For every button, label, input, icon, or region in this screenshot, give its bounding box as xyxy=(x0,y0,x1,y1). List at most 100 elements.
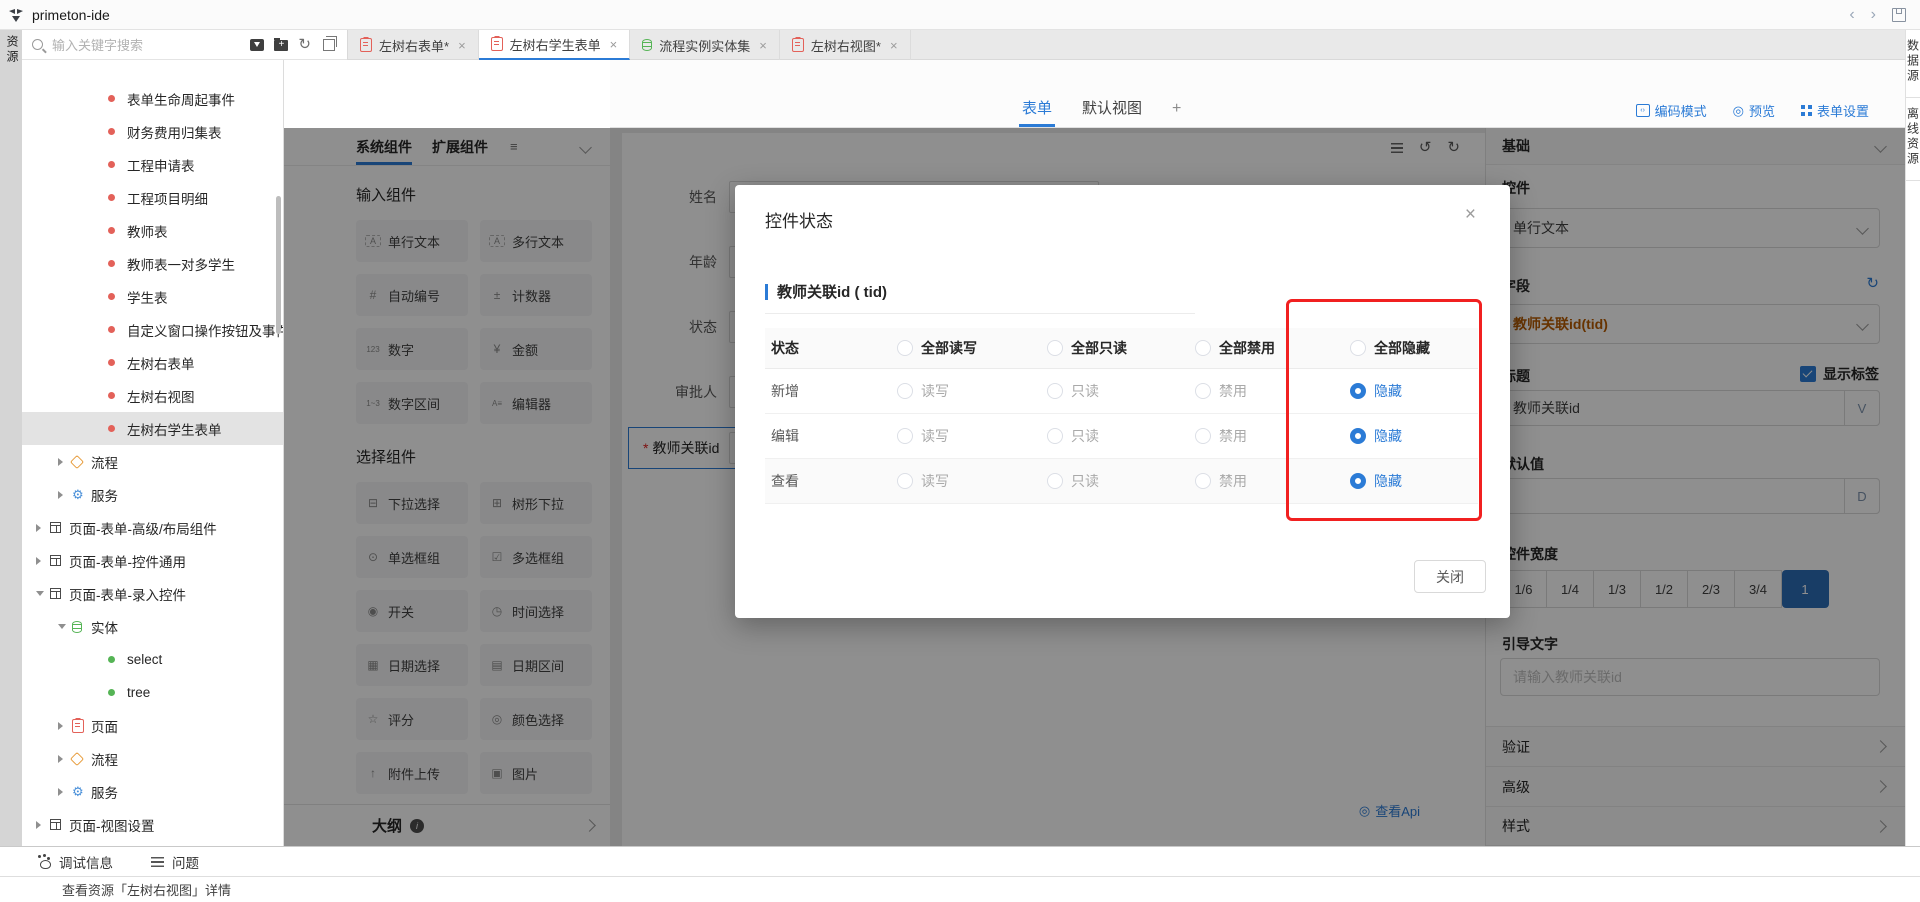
tab-close-icon[interactable]: × xyxy=(759,38,767,53)
close-button[interactable]: 关闭 xyxy=(1414,560,1486,593)
new-folder-icon[interactable] xyxy=(274,40,288,51)
tree-item[interactable]: 页面-表单-高级/布局组件 xyxy=(22,511,283,544)
collapse-panels-icon[interactable] xyxy=(323,39,335,51)
radio-option[interactable]: 全部只读 xyxy=(1047,338,1127,358)
tree-item[interactable]: 流程 xyxy=(22,742,283,775)
modal-close-icon[interactable]: × xyxy=(1465,205,1476,224)
tree-item-icon xyxy=(72,621,91,633)
refresh-icon[interactable] xyxy=(298,36,311,54)
tree-item[interactable]: 服务 xyxy=(22,478,283,511)
tree-item-icon xyxy=(50,588,69,599)
tab-close-icon[interactable]: × xyxy=(890,38,898,53)
radio-label: 读写 xyxy=(921,471,949,491)
tree-item[interactable]: 页面-表单-录入控件 xyxy=(22,577,283,610)
tree-item-icon xyxy=(108,227,127,234)
tree-item[interactable]: 教师表一对多学生 xyxy=(22,247,283,280)
editor-tab[interactable]: 左树右学生表单 × xyxy=(479,30,631,60)
tab-label: 流程实例实体集 xyxy=(659,36,750,55)
datasource-rail-tab[interactable]: 数据源 xyxy=(1906,30,1920,98)
tree-expand-icon[interactable] xyxy=(58,624,72,629)
tree-item-icon xyxy=(72,785,91,798)
tree-expand-icon[interactable] xyxy=(58,788,72,796)
tree-expand-icon[interactable] xyxy=(58,722,72,730)
tree-scrollbar[interactable] xyxy=(276,196,281,334)
editor-tab[interactable]: 流程实例实体集 × xyxy=(630,30,780,60)
tree-item[interactable]: 教师表 xyxy=(22,214,283,247)
tree-expand-icon[interactable] xyxy=(36,524,50,532)
problems-label: 问题 xyxy=(172,852,199,872)
canvas-action-button[interactable]: 预览 xyxy=(1733,101,1775,120)
canvas-action-button[interactable]: 编码模式 xyxy=(1636,101,1707,120)
tree-item[interactable]: 页面-视图设置 xyxy=(22,808,283,841)
tree-item[interactable]: 左树右学生表单 xyxy=(22,412,283,445)
tree-item[interactable]: 流程 xyxy=(22,445,283,478)
highlight-red-rectangle xyxy=(1286,299,1482,521)
tree-item[interactable]: 左树右表单 xyxy=(22,346,283,379)
tree-item-label: 服务 xyxy=(91,782,118,802)
radio-label: 读写 xyxy=(921,426,949,446)
editor-tab[interactable]: 左树右表单* × xyxy=(348,30,479,60)
view-tab[interactable]: 默认视图 xyxy=(1082,97,1142,127)
tree-item[interactable]: tree xyxy=(22,676,283,709)
tree-item[interactable]: 页面-表单-控件通用 xyxy=(22,544,283,577)
action-label: 编码模式 xyxy=(1655,101,1707,120)
tree-item-label: 左树右视图 xyxy=(127,386,195,406)
tree-item-icon xyxy=(72,754,91,764)
radio-option[interactable]: 读写 xyxy=(897,471,949,491)
tree-item[interactable]: 服务 xyxy=(22,775,283,808)
tree-expand-icon[interactable] xyxy=(58,491,72,499)
debug-info-tab[interactable]: 调试信息 xyxy=(40,852,113,872)
problems-tab[interactable]: 问题 xyxy=(151,852,199,872)
radio-label: 全部只读 xyxy=(1071,338,1127,358)
tree-expand-icon[interactable] xyxy=(36,557,50,565)
tree-item[interactable]: 左树右视图 xyxy=(22,379,283,412)
radio-option[interactable]: 只读 xyxy=(1047,471,1099,491)
canvas-action-button[interactable]: 表单设置 xyxy=(1801,101,1869,120)
save-icon[interactable] xyxy=(1892,8,1906,22)
tree-item[interactable]: 页面 xyxy=(22,709,283,742)
tree-item[interactable]: 实体 xyxy=(22,610,283,643)
radio-icon xyxy=(897,383,913,399)
view-tab[interactable]: 表单 xyxy=(1022,97,1052,127)
tree-item[interactable]: select xyxy=(22,643,283,676)
tree-item[interactable]: 学生表 xyxy=(22,280,283,313)
tree-item[interactable]: 表单生命周起事件 xyxy=(22,82,283,115)
offline-resources-rail-tab[interactable]: 离线资源 xyxy=(1906,98,1920,181)
tree-expand-icon[interactable] xyxy=(36,821,50,829)
radio-option[interactable]: 全部禁用 xyxy=(1195,338,1275,358)
tab-file-icon xyxy=(360,38,372,52)
radio-option[interactable]: 禁用 xyxy=(1195,381,1247,401)
tab-label: 左树右学生表单 xyxy=(510,35,601,54)
radio-option[interactable]: 只读 xyxy=(1047,426,1099,446)
view-tab[interactable]: + xyxy=(1172,100,1181,127)
resources-rail-tab[interactable]: 资源 xyxy=(4,35,21,65)
tab-close-icon[interactable]: × xyxy=(610,37,618,52)
import-resource-icon[interactable] xyxy=(250,39,264,51)
app-logo-icon xyxy=(8,7,24,23)
state-row-name: 新增 xyxy=(771,381,799,401)
radio-icon xyxy=(1047,428,1063,444)
action-label: 预览 xyxy=(1749,101,1775,120)
radio-option[interactable]: 读写 xyxy=(897,426,949,446)
radio-option[interactable]: 全部读写 xyxy=(897,338,977,358)
offline-resources-rail-label: 离线资源 xyxy=(1905,107,1920,167)
tree-item[interactable]: 工程申请表 xyxy=(22,148,283,181)
tree-item[interactable]: 财务费用归集表 xyxy=(22,115,283,148)
datasource-rail-label: 数据源 xyxy=(1905,39,1920,84)
nav-forward-icon[interactable]: › xyxy=(1871,7,1876,23)
tab-close-icon[interactable]: × xyxy=(458,38,466,53)
tree-expand-icon[interactable] xyxy=(36,591,50,596)
action-icon xyxy=(1636,104,1650,117)
tree-item-label: 页面-视图设置 xyxy=(69,815,155,835)
tab-file-icon xyxy=(491,37,503,51)
radio-option[interactable]: 只读 xyxy=(1047,381,1099,401)
search-input[interactable]: 输入关键字搜索 xyxy=(52,35,250,54)
tree-item[interactable]: 自定义窗口操作按钮及事件 xyxy=(22,313,283,346)
radio-option[interactable]: 禁用 xyxy=(1195,426,1247,446)
tree-item[interactable]: 工程项目明细 xyxy=(22,181,283,214)
nav-back-icon[interactable]: ‹ xyxy=(1849,7,1854,23)
radio-option[interactable]: 禁用 xyxy=(1195,471,1247,491)
radio-option[interactable]: 读写 xyxy=(897,381,949,401)
editor-tab[interactable]: 左树右视图* × xyxy=(780,30,911,60)
tree-item-icon xyxy=(72,457,91,467)
